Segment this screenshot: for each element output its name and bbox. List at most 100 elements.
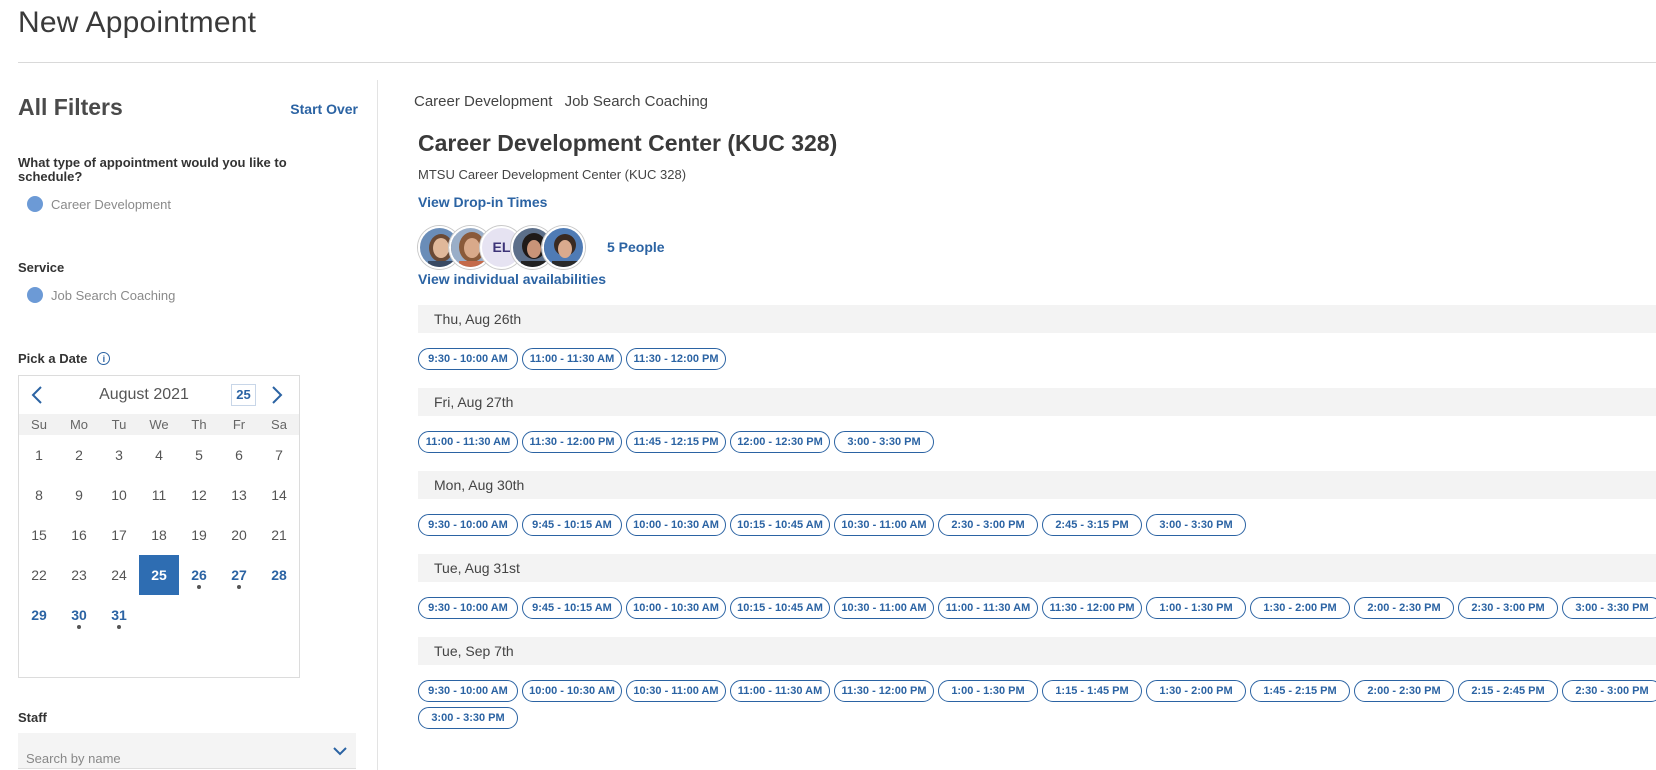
- service-option[interactable]: Job Search Coaching: [27, 285, 358, 305]
- time-slot-button[interactable]: 2:30 - 3:00 PM: [1458, 597, 1558, 619]
- filters-sidebar: All Filters Start Over What type of appo…: [18, 80, 358, 769]
- time-slot-button[interactable]: 1:30 - 2:00 PM: [1146, 680, 1246, 702]
- time-slot-button[interactable]: 11:00 - 11:30 AM: [418, 431, 518, 453]
- time-slot-button[interactable]: 1:00 - 1:30 PM: [938, 680, 1038, 702]
- time-slot-button[interactable]: 3:00 - 3:30 PM: [1562, 597, 1656, 619]
- time-slot-button[interactable]: 9:30 - 10:00 AM: [418, 597, 518, 619]
- time-slot-button[interactable]: 1:00 - 1:30 PM: [1146, 597, 1246, 619]
- calendar-day: 3: [99, 435, 139, 475]
- time-slot-button[interactable]: 9:45 - 10:15 AM: [522, 597, 622, 619]
- time-slot-button[interactable]: 2:30 - 3:00 PM: [938, 514, 1038, 536]
- calendar-day-number: 13: [231, 487, 247, 503]
- calendar-day: 11: [139, 475, 179, 515]
- time-slot-button[interactable]: 10:00 - 10:30 AM: [626, 514, 726, 536]
- view-individual-availabilities-link[interactable]: View individual availabilities: [418, 271, 1656, 287]
- time-slot-button[interactable]: 9:30 - 10:00 AM: [418, 348, 518, 370]
- time-slot-button[interactable]: 10:15 - 10:45 AM: [730, 514, 830, 536]
- time-slot-button[interactable]: 10:00 - 10:30 AM: [626, 597, 726, 619]
- calendar-day-number: 16: [71, 527, 87, 543]
- view-dropin-times-link[interactable]: View Drop-in Times: [418, 194, 1656, 210]
- radio-selected-icon[interactable]: [27, 287, 43, 303]
- time-slot-button[interactable]: 9:45 - 10:15 AM: [522, 514, 622, 536]
- day-header: Tue, Sep 7th: [418, 637, 1656, 665]
- staff-filter: Staff: [18, 710, 358, 769]
- calendar-day: 19: [179, 515, 219, 555]
- calendar-day[interactable]: 29: [19, 595, 59, 635]
- time-slot-button[interactable]: 2:00 - 2:30 PM: [1354, 680, 1454, 702]
- time-slot-button[interactable]: 2:30 - 3:00 PM: [1562, 680, 1656, 702]
- calendar-day: 10: [99, 475, 139, 515]
- appointment-type-option[interactable]: Career Development: [27, 194, 358, 214]
- time-slot-list: 9:30 - 10:00 AM 11:00 - 11:30 AM 11:30 - 1…: [418, 348, 1656, 370]
- calendar-day: 6: [219, 435, 259, 475]
- time-slot-button[interactable]: 2:00 - 2:30 PM: [1354, 597, 1454, 619]
- calendar-day: 16: [59, 515, 99, 555]
- time-slot-button[interactable]: 3:00 - 3:30 PM: [834, 431, 934, 453]
- time-slot-button[interactable]: 11:30 - 12:00 PM: [522, 431, 622, 453]
- time-slot-button[interactable]: 9:30 - 10:00 AM: [418, 514, 518, 536]
- time-slot-button[interactable]: 10:15 - 10:45 AM: [730, 597, 830, 619]
- time-slot-button[interactable]: 11:45 - 12:15 PM: [626, 431, 726, 453]
- start-over-link[interactable]: Start Over: [290, 101, 358, 117]
- time-slot-button[interactable]: 1:15 - 1:45 PM: [1042, 680, 1142, 702]
- date-filter: Pick a Date i August 2021 25 Su Mo Tu We Th F…: [18, 351, 358, 678]
- availability-dot-icon: [197, 585, 201, 589]
- day-header: Fri, Aug 27th: [418, 388, 1656, 416]
- calendar-day-selected[interactable]: 25: [139, 555, 179, 595]
- calendar-day-number: 10: [111, 487, 127, 503]
- people-count-link[interactable]: 5 People: [607, 239, 665, 255]
- time-slot-button[interactable]: 11:00 - 11:30 AM: [938, 597, 1038, 619]
- availability-dot-icon: [237, 585, 241, 589]
- calendar-day: 4: [139, 435, 179, 475]
- location-subtitle: MTSU Career Development Center (KUC 328): [418, 167, 687, 182]
- time-slot-button[interactable]: 3:00 - 3:30 PM: [418, 707, 518, 729]
- date-picker-calendar: August 2021 25 Su Mo Tu We Th Fr Sa 1234567891…: [18, 375, 300, 678]
- calendar-day: 9: [59, 475, 99, 515]
- weekday-label: Fr: [232, 417, 246, 432]
- time-slot-button[interactable]: 9:30 - 10:00 AM: [418, 680, 518, 702]
- calendar-day[interactable]: 30: [59, 595, 99, 635]
- time-slot-button[interactable]: 11:30 - 12:00 PM: [834, 680, 934, 702]
- time-slot-button[interactable]: 10:00 - 10:30 AM: [522, 680, 622, 702]
- calendar-days: 1 2 3 4 5 6 7 8 9 10 11 12 13 14 15 16 17 18 19 20 21 22 23 24 2…: [19, 435, 299, 635]
- calendar-day[interactable]: 31: [99, 595, 139, 635]
- calendar-day-number: 24: [111, 567, 127, 583]
- time-slot-button[interactable]: 11:30 - 12:00 PM: [626, 348, 726, 370]
- radio-selected-icon[interactable]: [27, 196, 43, 212]
- time-slot-button[interactable]: 10:30 - 11:00 AM: [834, 514, 934, 536]
- staff-search-input[interactable]: [18, 733, 356, 768]
- time-slot-button[interactable]: 1:45 - 2:15 PM: [1250, 680, 1350, 702]
- calendar-day: 8: [19, 475, 59, 515]
- calendar-month: August 2021: [99, 386, 189, 403]
- time-slot-button[interactable]: 10:30 - 11:00 AM: [626, 680, 726, 702]
- calendar-day: 1: [19, 435, 59, 475]
- today-button[interactable]: 25: [231, 384, 256, 406]
- time-slot-button[interactable]: 2:45 - 3:15 PM: [1042, 514, 1142, 536]
- calendar-day-number: 29: [31, 607, 47, 623]
- location-title: Career Development Center (KUC 328): [418, 130, 838, 156]
- calendar-day[interactable]: 28: [259, 555, 299, 595]
- service-label: Service: [18, 260, 65, 275]
- calendar-day: 5: [179, 435, 219, 475]
- time-slot-button[interactable]: 3:00 - 3:30 PM: [1146, 514, 1246, 536]
- calendar-day: 20: [219, 515, 259, 555]
- time-slot-button[interactable]: 11:00 - 11:30 AM: [730, 680, 830, 702]
- time-slot-button[interactable]: 11:00 - 11:30 AM: [522, 348, 622, 370]
- time-slot-button[interactable]: 12:00 - 12:30 PM: [730, 431, 830, 453]
- breadcrumb-item: Job Search Coaching: [564, 93, 709, 110]
- calendar-day[interactable]: 26: [179, 555, 219, 595]
- day-header: Tue, Aug 31st: [418, 554, 1656, 582]
- time-slot-button[interactable]: 10:30 - 11:00 AM: [834, 597, 934, 619]
- chevron-right-icon[interactable]: [267, 384, 287, 406]
- time-slot-button[interactable]: 1:30 - 2:00 PM: [1250, 597, 1350, 619]
- calendar-day: 18: [139, 515, 179, 555]
- calendar-day: 12: [179, 475, 219, 515]
- avatar-stack[interactable]: EL: [418, 225, 585, 269]
- time-slot-button[interactable]: 2:15 - 2:45 PM: [1458, 680, 1558, 702]
- time-slot-button[interactable]: 11:30 - 12:00 PM: [1042, 597, 1142, 619]
- staff-search-field[interactable]: [18, 733, 356, 769]
- calendar-day-number: 25: [151, 567, 167, 583]
- calendar-day-number: 9: [75, 487, 83, 503]
- info-icon[interactable]: i: [97, 352, 111, 365]
- calendar-day[interactable]: 27: [219, 555, 259, 595]
